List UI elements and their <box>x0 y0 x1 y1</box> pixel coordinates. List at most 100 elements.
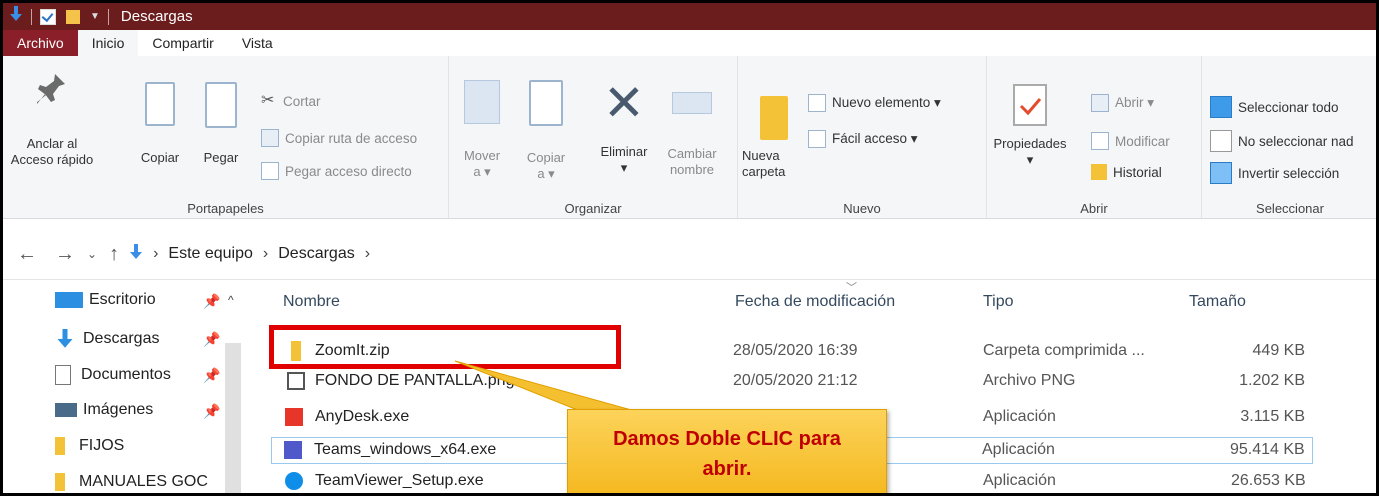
breadcrumb-este-equipo[interactable]: Este equipo <box>168 245 253 263</box>
cut-button[interactable]: ✂ Cortar <box>261 93 321 109</box>
copy-to-icon <box>529 80 563 126</box>
file-type: Aplicación <box>982 441 1055 458</box>
delete-button[interactable]: ✕ Eliminar ▾ <box>591 78 657 176</box>
group-label-abrir: Abrir <box>1080 201 1108 216</box>
history-button[interactable]: Historial <box>1091 164 1162 180</box>
breadcrumb-descargas[interactable]: Descargas <box>278 245 354 263</box>
select-none-icon <box>1210 130 1232 152</box>
new-item-button[interactable]: Nuevo elemento ▾ <box>808 94 941 112</box>
paste-icon <box>205 82 237 128</box>
paste-shortcut-button[interactable]: Pegar acceso directo <box>261 162 412 180</box>
properties-icon <box>1013 84 1047 126</box>
nav-item-manuales[interactable]: MANUALES GOC <box>55 473 208 491</box>
file-name: TeamViewer_Setup.exe <box>315 472 484 489</box>
new-folder-quick-icon[interactable] <box>66 9 80 24</box>
copy-to-label: Copiar a ▾ <box>526 150 566 181</box>
desktop-icon <box>55 292 83 308</box>
nav-label: Escritorio <box>89 291 156 308</box>
easy-access-button[interactable]: Fácil acceso ▾ <box>808 130 918 148</box>
move-to-icon <box>464 80 500 124</box>
scroll-up-icon[interactable]: ^ <box>228 293 234 307</box>
anydesk-icon <box>285 408 303 426</box>
nav-scrollbar[interactable] <box>225 343 241 493</box>
move-to-button[interactable]: Mover a ▾ <box>459 80 505 180</box>
file-size: 3.115 KB <box>1240 408 1305 425</box>
properties-button[interactable]: Propiedades ▾ <box>991 84 1069 168</box>
column-header-name[interactable]: Nombre <box>283 293 340 311</box>
rename-button[interactable]: Cambiar nombre <box>661 80 723 178</box>
callout-line-1: Damos Doble CLIC para <box>613 428 841 450</box>
edit-button[interactable]: Modificar <box>1091 132 1170 150</box>
paste-label: Pegar <box>203 150 239 165</box>
file-size: 95.414 KB <box>1230 441 1305 458</box>
nav-item-documentos[interactable]: Documentos <box>55 365 171 385</box>
highlight-box <box>269 325 621 369</box>
select-none-button[interactable]: No seleccionar nad <box>1210 130 1354 152</box>
group-label-organizar: Organizar <box>564 201 622 216</box>
copy-to-button[interactable]: Copiar a ▾ <box>521 80 571 182</box>
address-bar: ← → ⌄ ↑ › Este equipo › Descargas › <box>3 229 1376 280</box>
history-icon <box>1091 164 1107 180</box>
file-date: 28/05/2020 16:39 <box>733 342 858 359</box>
tab-vista[interactable]: Vista <box>227 30 287 56</box>
pin-icon[interactable]: 📌 <box>203 403 220 420</box>
chevron-right-icon: › <box>153 245 159 262</box>
file-size: 1.202 KB <box>1239 372 1305 389</box>
group-organizar: Mover a ▾ Copiar a ▾ ✕ Eliminar ▾ Cambia… <box>449 56 738 218</box>
downloads-location-icon <box>129 243 143 265</box>
select-all-button[interactable]: Seleccionar todo <box>1210 96 1339 118</box>
new-folder-button[interactable]: Nueva carpeta <box>742 96 802 180</box>
tab-compartir[interactable]: Compartir <box>138 30 228 56</box>
copy-path-icon <box>261 129 279 147</box>
cut-label: Cortar <box>283 93 321 109</box>
ribbon-tabs: Archivo Inicio Compartir Vista <box>3 30 1376 56</box>
file-row[interactable]: FONDO DE PANTALLA.png 20/05/2020 21:12 A… <box>275 369 1315 394</box>
select-all-icon <box>1210 96 1232 118</box>
group-abrir: Propiedades ▾ Abrir ▾ Modificar Historia… <box>987 56 1202 218</box>
column-header-type[interactable]: Tipo <box>983 293 1014 311</box>
up-arrow-icon[interactable]: ↑ <box>109 243 119 266</box>
copy-button[interactable]: Copiar <box>131 82 189 166</box>
back-arrow-icon[interactable]: ← <box>17 243 37 266</box>
group-label-nuevo: Nuevo <box>843 201 881 216</box>
chevron-right-icon[interactable]: › <box>365 245 370 263</box>
pin-icon[interactable]: 📌 <box>203 293 220 310</box>
nav-item-descargas[interactable]: Descargas <box>55 329 159 349</box>
paste-button[interactable]: Pegar <box>193 82 249 166</box>
nav-label: Descargas <box>83 330 160 347</box>
nav-item-imagenes[interactable]: Imágenes <box>55 401 153 419</box>
pin-label: Anclar al Acceso rápido <box>10 136 94 167</box>
documents-icon <box>55 365 71 385</box>
new-folder-icon <box>760 96 788 140</box>
new-folder-label: Nueva carpeta <box>742 148 786 179</box>
rename-label: Cambiar nombre <box>667 146 717 177</box>
tab-inicio[interactable]: Inicio <box>77 30 139 56</box>
forward-arrow-icon[interactable]: → <box>55 243 75 266</box>
recent-locations-icon[interactable]: ⌄ <box>87 247 97 261</box>
folder-icon <box>55 473 65 491</box>
open-button[interactable]: Abrir ▾ <box>1091 94 1154 112</box>
image-file-icon <box>287 372 305 390</box>
nav-item-fijos[interactable]: FIJOS <box>55 437 124 455</box>
nav-item-escritorio[interactable]: Escritorio <box>55 291 156 309</box>
file-type: Carpeta comprimida ... <box>983 342 1145 359</box>
open-label: Abrir ▾ <box>1115 95 1155 110</box>
easy-access-icon <box>808 130 826 148</box>
file-type: Aplicación <box>983 472 1056 489</box>
edit-label: Modificar <box>1115 133 1170 149</box>
download-arrow-icon[interactable] <box>9 6 23 27</box>
column-header-date[interactable]: Fecha de modificación <box>735 293 895 311</box>
pin-icon[interactable]: 📌 <box>203 367 220 384</box>
teams-icon <box>284 441 302 459</box>
customize-quick-access-icon[interactable]: ▼ <box>90 11 100 22</box>
column-header-size[interactable]: Tamaño <box>1189 293 1246 311</box>
copy-path-button[interactable]: Copiar ruta de acceso <box>261 129 417 147</box>
tab-archivo[interactable]: Archivo <box>3 30 78 56</box>
invert-selection-button[interactable]: Invertir selección <box>1210 162 1339 184</box>
invert-selection-icon <box>1210 162 1232 184</box>
pin-quick-access-button[interactable]: Anclar al Acceso rápido <box>9 72 95 168</box>
select-all-label: Seleccionar todo <box>1238 99 1339 115</box>
pin-icon[interactable]: 📌 <box>203 331 220 348</box>
folder-icon <box>55 437 65 455</box>
properties-quick-icon[interactable] <box>40 8 56 25</box>
